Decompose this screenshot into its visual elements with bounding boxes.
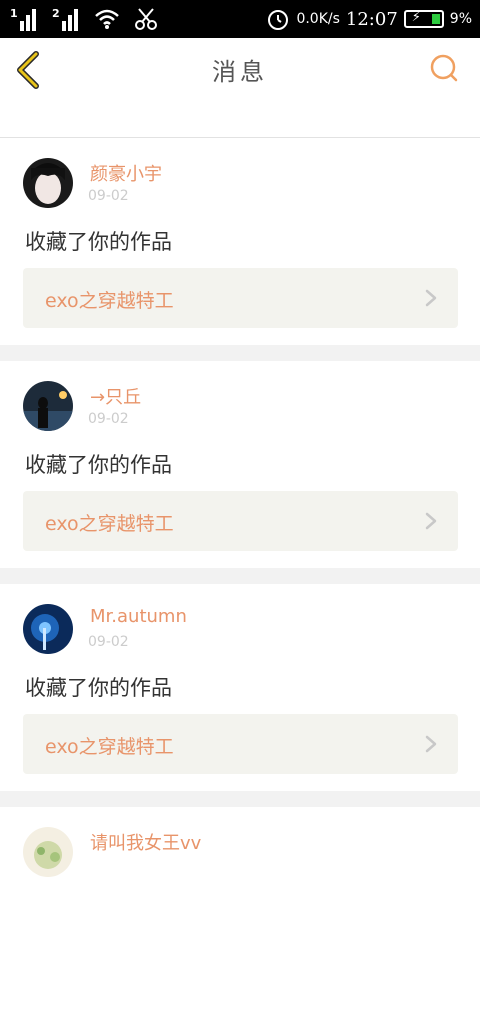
wifi-icon	[95, 9, 119, 29]
chevron-right-icon	[425, 512, 437, 530]
action-text: 收藏了你的作品	[25, 230, 172, 254]
search-button[interactable]	[428, 52, 460, 84]
message-date: 09-02	[88, 634, 129, 650]
status-bar: 1 2 0.0K/s 12:07 ⚡ 9%	[0, 0, 480, 38]
message-card: 请叫我女王vv	[0, 807, 480, 1014]
chevron-right-icon	[425, 289, 437, 307]
work-title: exo之穿越特工	[45, 736, 174, 758]
chevron-right-icon	[425, 735, 437, 753]
username[interactable]: 颜豪小宇	[90, 160, 162, 186]
sim1-label: 1	[10, 7, 18, 20]
message-card: →只丘 09-02 收藏了你的作品 exo之穿越特工	[0, 361, 480, 568]
signal-sim1-icon: 1	[10, 7, 38, 31]
username[interactable]: →只丘	[90, 383, 141, 409]
message-date: 09-02	[88, 411, 129, 427]
alarm-icon	[268, 10, 289, 30]
work-link[interactable]: exo之穿越特工	[23, 268, 458, 328]
avatar[interactable]	[23, 604, 73, 654]
sim2-label: 2	[52, 7, 60, 20]
action-text: 收藏了你的作品	[25, 676, 172, 700]
action-text: 收藏了你的作品	[25, 453, 172, 477]
message-card: Mr.autumn 09-02 收藏了你的作品 exo之穿越特工	[0, 584, 480, 791]
battery-level: 9%	[449, 11, 472, 27]
message-date: 09-02	[88, 188, 129, 204]
net-speed: 0.0K/s	[296, 11, 340, 27]
status-right: 0.0K/s 12:07 ⚡ 9%	[266, 6, 472, 32]
avatar[interactable]	[23, 381, 73, 431]
work-title: exo之穿越特工	[45, 290, 174, 312]
page-title: 消息	[212, 58, 268, 86]
username[interactable]: 请叫我女王vv	[90, 829, 201, 855]
clock: 12:07	[345, 8, 398, 30]
signal-sim2-icon: 2	[52, 7, 80, 31]
search-icon	[430, 54, 458, 82]
avatar[interactable]	[23, 158, 73, 208]
work-link[interactable]: exo之穿越特工	[23, 714, 458, 774]
battery-icon: ⚡	[403, 10, 444, 28]
scissors-icon	[135, 8, 157, 30]
username[interactable]: Mr.autumn	[90, 606, 187, 627]
work-link[interactable]: exo之穿越特工	[23, 491, 458, 551]
message-card: 颜豪小宇 09-02 收藏了你的作品 exo之穿越特工	[0, 138, 480, 345]
avatar[interactable]	[23, 827, 73, 877]
status-left: 1 2	[10, 6, 158, 32]
work-title: exo之穿越特工	[45, 513, 174, 535]
